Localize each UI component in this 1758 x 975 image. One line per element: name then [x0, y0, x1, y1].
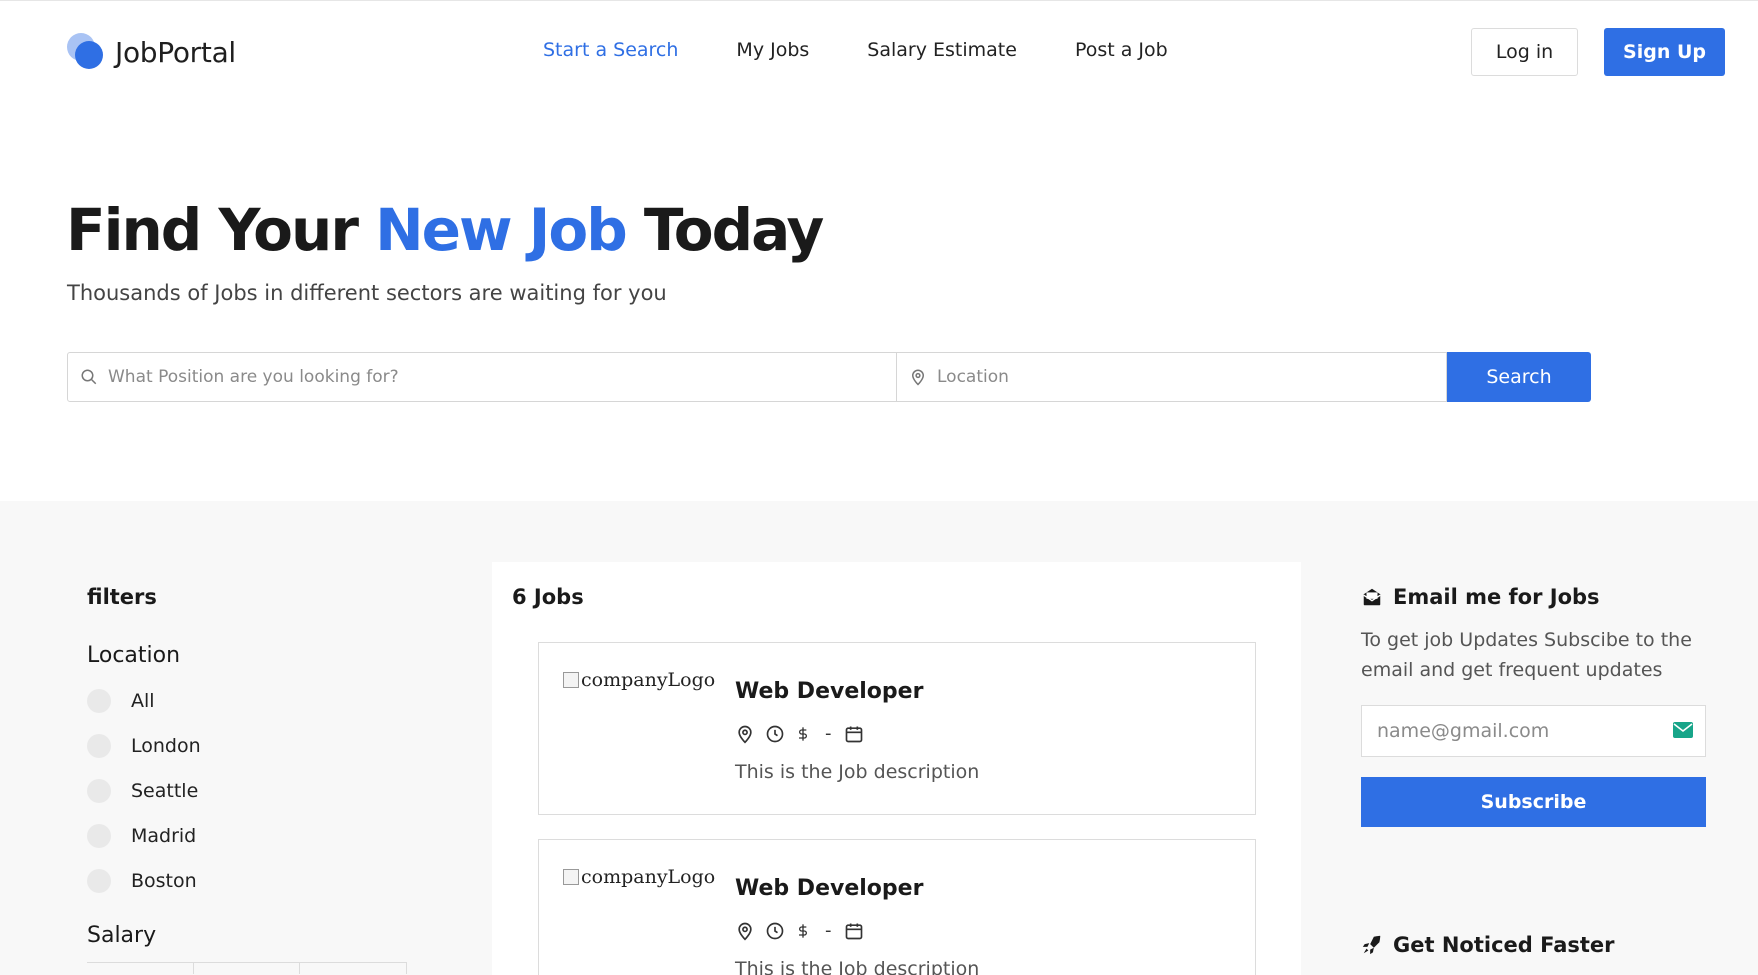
location-option-seattle[interactable]: Seattle	[87, 768, 407, 813]
position-input[interactable]	[108, 367, 837, 387]
logo-text: JobPortal	[115, 35, 236, 69]
envelope-open-icon	[1363, 588, 1381, 606]
salary-range: -	[825, 723, 832, 744]
main-section: filters Location All London Seattle Madr…	[0, 501, 1758, 975]
job-card[interactable]: companyLogo Web Developer - This is the …	[538, 642, 1256, 815]
sidebar: Email me for Jobs To get job Updates Sub…	[1361, 585, 1711, 957]
salary-options[interactable]	[87, 962, 408, 974]
radio-button[interactable]	[87, 823, 111, 848]
job-title[interactable]: Web Developer	[735, 679, 923, 704]
mail-icon	[1673, 722, 1693, 738]
company-logo: companyLogo	[563, 866, 715, 888]
login-button[interactable]: Log in	[1471, 28, 1578, 76]
position-field	[67, 352, 897, 402]
hero-title-accent: New Job	[375, 196, 628, 264]
filters-title: filters	[87, 585, 157, 609]
get-noticed-title-text: Get Noticed Faster	[1393, 933, 1615, 957]
job-meta: -	[735, 920, 874, 941]
radio-button[interactable]	[87, 733, 111, 758]
radio-button[interactable]	[87, 688, 111, 713]
location-option-boston[interactable]: Boston	[87, 858, 407, 903]
location-pin-icon	[911, 369, 925, 386]
hero-title: Find Your New Job Today	[66, 196, 824, 264]
job-description: This is the Job description	[735, 761, 980, 783]
get-noticed-title: Get Noticed Faster	[1361, 933, 1711, 957]
location-input[interactable]	[937, 367, 1421, 387]
logo-mark-icon	[67, 33, 105, 71]
company-logo-alt: companyLogo	[581, 866, 716, 888]
jobs-panel: 6 Jobs companyLogo Web Developer - This …	[492, 562, 1301, 975]
main-nav: Start a Search My Jobs Salary Estimate P…	[543, 39, 1226, 61]
radio-label: Boston	[131, 869, 197, 892]
radio-button[interactable]	[87, 868, 111, 893]
radio-label: All	[131, 689, 155, 712]
signup-button[interactable]: Sign Up	[1604, 28, 1725, 76]
hero-subtitle: Thousands of Jobs in different sectors a…	[67, 281, 667, 305]
location-pin-icon	[738, 725, 752, 744]
clock-icon	[766, 922, 784, 939]
dollar-icon	[799, 726, 807, 741]
calendar-icon	[845, 726, 862, 742]
job-card[interactable]: companyLogo Web Developer - This is the …	[538, 839, 1256, 975]
hero-title-part1: Find Your	[66, 196, 376, 264]
clock-icon	[766, 725, 784, 742]
nav-salary-estimate[interactable]: Salary Estimate	[867, 39, 1017, 61]
location-option-madrid[interactable]: Madrid	[87, 813, 407, 858]
location-field	[897, 352, 1447, 402]
email-field	[1361, 705, 1706, 757]
location-option-all[interactable]: All	[87, 678, 407, 723]
hero-title-part2: Today	[625, 196, 824, 264]
radio-label: London	[131, 734, 201, 757]
site-header: JobPortal Start a Search My Jobs Salary …	[0, 1, 1758, 101]
job-meta: -	[735, 723, 874, 744]
filters-panel: filters Location All London Seattle Madr…	[87, 585, 408, 974]
location-filter-title: Location	[87, 643, 181, 668]
nav-my-jobs[interactable]: My Jobs	[736, 39, 809, 61]
dollar-icon	[799, 923, 807, 938]
email-input[interactable]	[1377, 720, 1657, 742]
broken-image-icon	[563, 672, 579, 688]
rocket-icon	[1362, 935, 1381, 955]
location-pin-icon	[738, 922, 752, 941]
jobs-count: 6 Jobs	[512, 585, 584, 609]
subscribe-button[interactable]: Subscribe	[1361, 777, 1706, 827]
salary-range: -	[825, 920, 832, 941]
radio-button[interactable]	[87, 778, 111, 803]
email-jobs-title: Email me for Jobs	[1361, 585, 1711, 609]
job-description: This is the Job description	[735, 958, 980, 975]
salary-filter-title: Salary	[87, 923, 157, 948]
email-jobs-text: To get job Updates Subscibe to the email…	[1361, 629, 1692, 681]
company-logo-alt: companyLogo	[581, 669, 716, 691]
calendar-icon	[845, 923, 862, 939]
job-title[interactable]: Web Developer	[735, 876, 923, 901]
company-logo: companyLogo	[563, 669, 715, 691]
search-icon	[81, 369, 97, 385]
nav-start-search[interactable]: Start a Search	[543, 39, 678, 61]
radio-label: Madrid	[131, 824, 197, 847]
search-button[interactable]: Search	[1447, 352, 1591, 402]
logo[interactable]: JobPortal	[67, 33, 236, 71]
hero-section: Find Your New Job Today Thousands of Job…	[0, 101, 1758, 501]
nav-post-a-job[interactable]: Post a Job	[1075, 39, 1168, 61]
broken-image-icon	[563, 869, 579, 885]
radio-label: Seattle	[131, 779, 199, 802]
search-bar: Search	[67, 352, 1591, 402]
email-jobs-title-text: Email me for Jobs	[1393, 585, 1600, 609]
location-option-london[interactable]: London	[87, 723, 407, 768]
